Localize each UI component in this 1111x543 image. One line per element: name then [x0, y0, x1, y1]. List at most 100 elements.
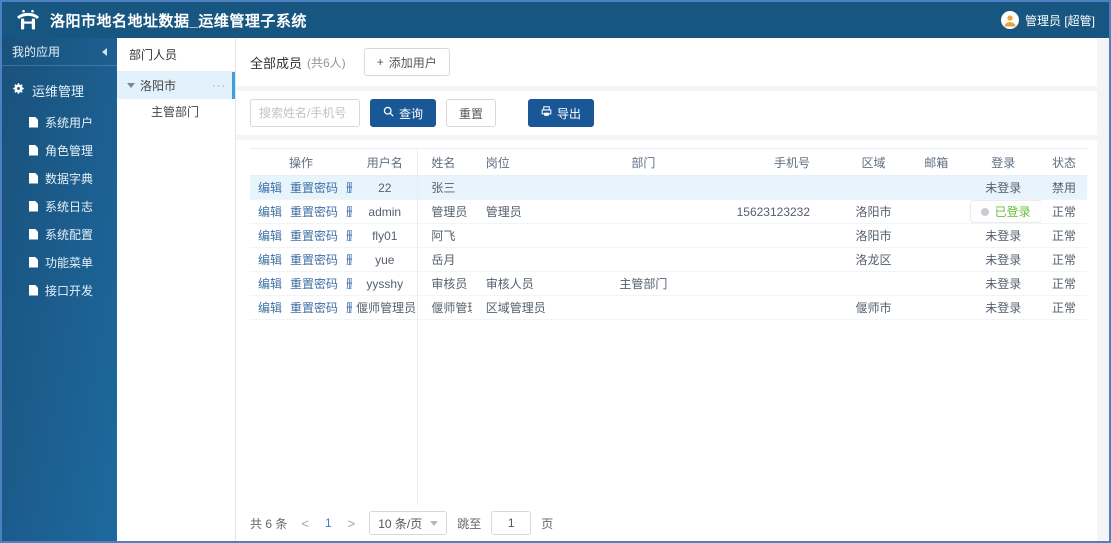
sidebar-item[interactable]: 数据字典	[2, 164, 117, 192]
sidebar-menu: 系统用户 角色管理数据字典系统日志系统配置功能菜单接口开发	[2, 108, 117, 304]
edit-link[interactable]: 编辑	[258, 205, 282, 219]
reset-password-link[interactable]: 重置密码	[290, 181, 338, 195]
cell-status: 正常	[1040, 247, 1087, 272]
jump-page-input[interactable]	[491, 511, 532, 535]
prev-page-button[interactable]: <	[297, 516, 313, 531]
edit-link[interactable]: 编辑	[258, 229, 282, 243]
sidebar-item-label: 数据字典	[45, 171, 94, 186]
export-button[interactable]: 导出	[528, 99, 595, 127]
main-content: 全部成员 (共6人) + 添加用户 查询	[236, 38, 1109, 541]
edit-link[interactable]: 编辑	[258, 301, 282, 315]
tree-node-luoyang[interactable]: 洛阳市 ···	[117, 72, 235, 99]
cell-name: 岳月	[417, 247, 472, 272]
sidebar-item[interactable]: 功能菜单	[2, 248, 117, 276]
cell-dept	[563, 295, 723, 320]
cell-username: yue	[352, 247, 418, 272]
members-count: (共6人)	[307, 55, 346, 70]
reset-password-link[interactable]: 重置密码	[290, 277, 338, 291]
cell-dept	[563, 223, 723, 248]
cell-name: 阿飞	[417, 223, 472, 248]
edit-link[interactable]: 编辑	[258, 277, 282, 291]
next-page-button[interactable]: >	[344, 516, 360, 531]
delete-link[interactable]: 删除	[346, 301, 352, 315]
sidebar-item[interactable]: 接口开发	[2, 276, 117, 304]
cell-status: 正常	[1040, 271, 1087, 296]
members-toolbar: 全部成员 (共6人) + 添加用户	[236, 38, 1097, 86]
sidebar-item[interactable]: 系统日志	[2, 192, 117, 220]
cell-dept	[563, 175, 723, 200]
reset-button[interactable]: 重置	[446, 99, 497, 127]
collapse-arrow-icon[interactable]	[102, 47, 107, 56]
cell-email	[906, 295, 966, 320]
current-page[interactable]: 1	[323, 516, 334, 530]
column-header: 姓名	[417, 148, 472, 176]
table-row[interactable]: 编辑重置密码删除yysshy审核员审核人员主管部门 未登录正常	[250, 271, 1087, 296]
edit-link[interactable]: 编辑	[258, 181, 282, 195]
gear-icon	[12, 82, 25, 98]
reset-password-link[interactable]: 重置密码	[290, 229, 338, 243]
logged-in-badge[interactable]: 已登录	[969, 200, 1041, 223]
cell-email	[906, 175, 966, 200]
table-body: 编辑重置密码删除22张三未登录禁用编辑重置密码删除admin管理员管理员1562…	[250, 175, 1087, 320]
query-label: 查询	[399, 106, 424, 121]
table-row[interactable]: 编辑重置密码删除偃师管理员偃师管理员区域管理员偃师市未登录正常	[250, 295, 1087, 320]
sidebar-group-ops-management[interactable]: 运维管理	[2, 72, 117, 108]
table-row[interactable]: 编辑重置密码删除fly01阿飞 洛阳市 未登录正常	[250, 223, 1087, 248]
cell-phone	[722, 223, 841, 248]
caret-down-icon[interactable]	[127, 83, 135, 88]
delete-link[interactable]: 删除	[346, 253, 352, 267]
delete-link[interactable]: 删除	[346, 181, 352, 195]
cell-position	[471, 247, 564, 272]
edit-link[interactable]: 编辑	[258, 253, 282, 267]
fixed-column-divider	[417, 148, 419, 505]
user-menu[interactable]: 管理员 [超管]	[1000, 11, 1095, 29]
sidebar-item-label: 系统配置	[45, 227, 94, 242]
sidebar-section-label: 我的应用	[12, 45, 61, 59]
document-icon	[29, 200, 38, 212]
delete-link[interactable]: 删除	[346, 229, 352, 243]
delete-link[interactable]: 删除	[346, 205, 352, 219]
column-header: 手机号	[722, 148, 841, 176]
sidebar-item[interactable]: 系统用户	[2, 108, 117, 136]
app-window: 洛阳市地名地址数据_运维管理子系统 管理员 [超管] 我的应用 运维管理 系统用…	[0, 0, 1111, 543]
cell-phone: 15623123232	[722, 199, 841, 224]
query-button[interactable]: 查询	[370, 99, 437, 127]
cell-username: 22	[352, 175, 418, 200]
cell-email	[906, 199, 966, 224]
sidebar-item[interactable]: 角色管理	[2, 136, 117, 164]
logged-in-dot-icon	[980, 207, 989, 216]
users-table: 操作用户名姓名岗位部门手机号区域邮箱登录状态 编辑重置密码删除22张三未登录禁用…	[250, 148, 1087, 320]
tree-node-label: 洛阳市	[140, 79, 177, 93]
sidebar-item-label: 接口开发	[45, 283, 94, 298]
reset-password-link[interactable]: 重置密码	[290, 301, 338, 315]
cell-email	[906, 223, 966, 248]
delete-link[interactable]: 删除	[346, 277, 352, 291]
cell-position: 区域管理员	[471, 295, 564, 320]
app-body: 我的应用 运维管理 系统用户 角色管理 数据字典 系统日志 系统配置 功能菜单 接口开发 部…	[2, 38, 1109, 541]
search-input[interactable]	[250, 99, 360, 127]
table-row[interactable]: 编辑重置密码删除admin管理员管理员15623123232洛阳市已登录正常	[250, 199, 1087, 224]
reset-label: 重置	[459, 106, 484, 121]
page-size-select[interactable]: 10 条/页	[369, 511, 448, 535]
column-header: 操作	[250, 148, 353, 176]
cell-email	[906, 271, 966, 296]
cell-status: 禁用	[1040, 175, 1087, 200]
tree-node-supervising-dept[interactable]: 主管部门	[117, 99, 235, 125]
sidebar-item[interactable]: 系统配置	[2, 220, 117, 248]
add-user-button[interactable]: + 添加用户	[363, 48, 450, 76]
table-header-row: 操作 用户名 姓名 岗位 部门 手机号 区域 邮箱 登录 状态	[250, 148, 1087, 176]
reset-password-link[interactable]: 重置密码	[290, 205, 338, 219]
table-row[interactable]: 编辑重置密码删除22张三 未登录禁用	[250, 175, 1087, 200]
column-header: 邮箱	[906, 148, 966, 176]
table-row[interactable]: 编辑重置密码删除yue岳月 洛龙区 未登录正常	[250, 247, 1087, 272]
cell-position: 审核人员	[471, 271, 564, 296]
more-icon[interactable]: ···	[212, 80, 226, 92]
cell-phone	[722, 271, 841, 296]
cell-actions: 编辑重置密码删除	[250, 295, 353, 320]
reset-password-link[interactable]: 重置密码	[290, 253, 338, 267]
cell-position	[471, 175, 564, 200]
users-table-card: 操作用户名姓名岗位部门手机号区域邮箱登录状态 编辑重置密码删除22张三未登录禁用…	[236, 140, 1097, 541]
search-icon	[383, 106, 394, 120]
page-size-label: 10 条/页	[378, 516, 423, 531]
sidebar-section-my-apps[interactable]: 我的应用	[2, 38, 117, 66]
